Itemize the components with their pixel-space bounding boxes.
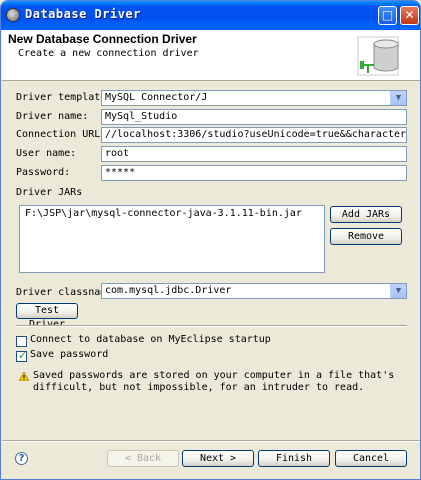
remove-button[interactable]: Remove bbox=[330, 228, 402, 245]
password-label: Password: bbox=[16, 167, 71, 178]
dialog-window: Database Driver □ ✕ New Database Connect… bbox=[0, 0, 421, 480]
footer-separator bbox=[2, 440, 420, 442]
driver-name-label: Driver name: bbox=[16, 111, 89, 122]
add-jars-button[interactable]: Add JARs bbox=[330, 206, 402, 223]
chevron-down-icon[interactable]: ▼ bbox=[390, 284, 406, 298]
save-password-checkbox[interactable]: ✓ bbox=[16, 349, 28, 362]
separator bbox=[16, 325, 407, 327]
wizard-title: New Database Connection Driver bbox=[8, 32, 197, 46]
user-name-label: User name: bbox=[16, 148, 77, 159]
connect-on-startup-checkbox[interactable] bbox=[16, 336, 27, 347]
warning-text: Saved passwords are stored on your compu… bbox=[33, 370, 395, 393]
back-button[interactable]: < Back bbox=[107, 450, 179, 467]
eclipse-app-icon bbox=[6, 8, 20, 22]
maximize-button[interactable]: □ bbox=[378, 6, 397, 25]
save-password-label: Save password bbox=[30, 349, 109, 360]
connection-url-field[interactable]: //localhost:3306/studio?useUnicode=true&… bbox=[101, 127, 407, 143]
connect-on-startup-label: Connect to database on MyEclipse startup bbox=[30, 334, 271, 345]
title-bar[interactable]: Database Driver □ ✕ bbox=[1, 1, 420, 30]
wizard-header: New Database Connection Driver Create a … bbox=[2, 30, 420, 81]
driver-jars-label: Driver JARs bbox=[16, 187, 83, 198]
chevron-down-icon[interactable]: ▼ bbox=[390, 91, 406, 105]
driver-template-label: Driver template: bbox=[16, 92, 113, 103]
driver-classname-combo[interactable]: com.mysql.jdbc.Driver ▼ bbox=[101, 283, 407, 299]
cancel-button[interactable]: Cancel bbox=[335, 450, 407, 467]
password-field[interactable]: ***** bbox=[101, 165, 407, 181]
wizard-subtitle: Create a new connection driver bbox=[18, 48, 199, 59]
connection-url-label: Connection URL: bbox=[16, 129, 107, 140]
driver-template-value: MySQL Connector/J bbox=[105, 92, 208, 103]
warning-icon bbox=[19, 372, 29, 381]
driver-jars-list[interactable]: F:\JSP\jar\mysql-connector-java-3.1.11-b… bbox=[19, 205, 325, 273]
window-title: Database Driver bbox=[25, 7, 141, 21]
checkmark-icon: ✓ bbox=[18, 349, 28, 362]
help-icon[interactable]: ? bbox=[15, 452, 28, 465]
finish-button[interactable]: Finish bbox=[258, 450, 330, 467]
database-connection-icon bbox=[357, 36, 399, 76]
driver-classname-value: com.mysql.jdbc.Driver bbox=[105, 285, 232, 296]
test-driver-button[interactable]: Test Driver bbox=[16, 303, 78, 330]
next-button[interactable]: Next > bbox=[182, 450, 254, 467]
user-name-field[interactable]: root bbox=[101, 146, 407, 162]
driver-template-combo[interactable]: MySQL Connector/J ▼ bbox=[101, 90, 407, 106]
list-item[interactable]: F:\JSP\jar\mysql-connector-java-3.1.11-b… bbox=[25, 208, 302, 219]
driver-name-field[interactable]: MySql_Studio bbox=[101, 109, 407, 125]
close-button[interactable]: ✕ bbox=[400, 6, 419, 25]
